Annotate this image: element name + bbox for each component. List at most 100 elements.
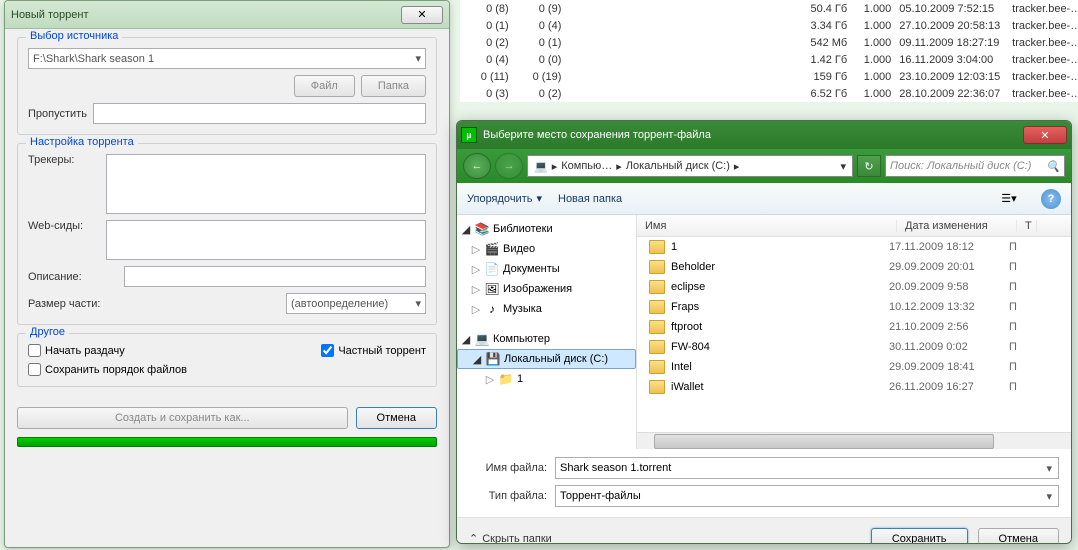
filetype-combo[interactable]: Торрент-файлы bbox=[555, 485, 1059, 507]
list-item[interactable]: ftproot21.10.2009 2:56П bbox=[649, 317, 1071, 337]
documents-icon: 📄 bbox=[484, 261, 500, 277]
folder-icon bbox=[649, 300, 665, 314]
expand-icon[interactable]: ▷ bbox=[471, 303, 481, 316]
webseeds-input[interactable] bbox=[106, 220, 426, 260]
list-item[interactable]: Intel29.09.2009 18:41П bbox=[649, 357, 1071, 377]
settings-group: Настройка торрента Трекеры: Web-сиды: Оп… bbox=[17, 143, 437, 325]
source-group: Выбор источника F:\Shark\Shark season 1 … bbox=[17, 37, 437, 135]
save-file-dialog: µ Выберите место сохранения торрент-файл… bbox=[456, 120, 1072, 544]
torrent-row[interactable]: 0 (8)0 (9)50.4 Гб1.00005.10.2009 7:52:15… bbox=[460, 0, 1078, 17]
expand-icon[interactable]: ▷ bbox=[471, 263, 481, 276]
view-button[interactable]: ☰▾ bbox=[993, 189, 1025, 209]
dialog-footer: ⌃ Скрыть папки Сохранить Отмена bbox=[457, 517, 1071, 544]
refresh-button[interactable]: ↻ bbox=[857, 155, 881, 177]
folder-button[interactable]: Папка bbox=[361, 75, 426, 97]
scroll-thumb[interactable] bbox=[654, 434, 994, 449]
group-title: Выбор источника bbox=[26, 30, 122, 42]
list-item[interactable]: iWallet26.11.2009 16:27П bbox=[649, 377, 1071, 397]
close-icon: ✕ bbox=[417, 8, 426, 21]
tree-music[interactable]: ▷ ♪ Музыка bbox=[457, 299, 636, 319]
expand-icon[interactable]: ▷ bbox=[471, 283, 481, 296]
arrow-left-icon: ← bbox=[472, 160, 483, 172]
expand-icon[interactable]: ▷ bbox=[485, 373, 495, 386]
forward-button[interactable]: → bbox=[495, 153, 523, 179]
torrent-row[interactable]: 0 (3)0 (2)6.52 Гб1.00028.10.2009 22:36:0… bbox=[460, 85, 1078, 102]
chevron-down-icon: ▾ bbox=[1011, 192, 1017, 205]
skip-label: Пропустить bbox=[28, 108, 87, 120]
file-button[interactable]: Файл bbox=[294, 75, 355, 97]
create-save-button[interactable]: Создать и сохранить как... bbox=[17, 407, 348, 429]
list-item[interactable]: Fraps10.12.2009 13:32П bbox=[649, 297, 1071, 317]
group-title: Настройка торрента bbox=[26, 136, 138, 148]
help-icon: ? bbox=[1048, 193, 1055, 205]
close-button[interactable]: ✕ bbox=[401, 6, 443, 24]
torrent-row[interactable]: 0 (1)0 (4)3.34 Гб1.00027.10.2009 20:58:1… bbox=[460, 17, 1078, 34]
torrent-row[interactable]: 0 (2)0 (1)542 Мб1.00009.11.2009 18:27:19… bbox=[460, 34, 1078, 51]
folder-icon bbox=[649, 340, 665, 354]
list-item[interactable]: eclipse20.09.2009 9:58П bbox=[649, 277, 1071, 297]
list-item[interactable]: FW-80430.11.2009 0:02П bbox=[649, 337, 1071, 357]
start-seed-checkbox[interactable]: Начать раздачу bbox=[28, 344, 125, 357]
torrent-row[interactable]: 0 (11)0 (19)159 Гб1.00023.10.2009 12:03:… bbox=[460, 68, 1078, 85]
images-icon: 🖼 bbox=[484, 281, 500, 297]
tree-images[interactable]: ▷ 🖼 Изображения bbox=[457, 279, 636, 299]
expand-icon[interactable]: ▷ bbox=[471, 243, 481, 256]
filename-input[interactable]: Shark season 1.torrent bbox=[555, 457, 1059, 479]
tree-libraries[interactable]: ◢ 📚 Библиотеки bbox=[457, 219, 636, 239]
webseeds-label: Web-сиды: bbox=[28, 220, 100, 232]
hide-folders-button[interactable]: ⌃ Скрыть папки bbox=[469, 532, 552, 544]
expand-icon[interactable]: ◢ bbox=[472, 353, 482, 366]
progress-bar bbox=[17, 437, 437, 447]
folder-tree[interactable]: ◢ 📚 Библиотеки ▷ 🎬 Видео ▷ 📄 Документы ▷… bbox=[457, 215, 637, 449]
video-icon: 🎬 bbox=[484, 241, 500, 257]
description-label: Описание: bbox=[28, 271, 118, 283]
tree-local-disk[interactable]: ◢ 💾 Локальный диск (C:) bbox=[457, 349, 636, 369]
filename-label: Имя файла: bbox=[469, 462, 547, 474]
back-button[interactable]: ← bbox=[463, 153, 491, 179]
new-folder-button[interactable]: Новая папка bbox=[558, 193, 622, 205]
col-date[interactable]: Дата изменения bbox=[897, 220, 1017, 232]
close-icon: ✕ bbox=[1040, 129, 1049, 142]
skip-input[interactable] bbox=[93, 103, 426, 124]
folder-icon bbox=[649, 240, 665, 254]
close-button[interactable]: ✕ bbox=[1023, 126, 1067, 144]
piece-size-label: Размер части: bbox=[28, 298, 118, 310]
col-type[interactable]: Т bbox=[1017, 220, 1037, 232]
tree-folder-1[interactable]: ▷ 📁 1 bbox=[457, 369, 636, 389]
titlebar[interactable]: µ Выберите место сохранения торрент-файл… bbox=[457, 121, 1071, 149]
group-title: Другое bbox=[26, 326, 69, 338]
source-path-combo[interactable]: F:\Shark\Shark season 1 bbox=[28, 48, 426, 69]
expand-icon[interactable]: ◢ bbox=[461, 223, 471, 236]
cancel-button[interactable]: Отмена bbox=[356, 407, 437, 429]
help-button[interactable]: ? bbox=[1041, 189, 1061, 209]
breadcrumb[interactable]: 💻 ▸ Компью… ▸ Локальный диск (C:) ▸ ▾ bbox=[527, 155, 853, 177]
chevron-down-icon: ▾ bbox=[536, 192, 542, 205]
tree-documents[interactable]: ▷ 📄 Документы bbox=[457, 259, 636, 279]
view-icon: ☰ bbox=[1001, 192, 1011, 205]
keep-order-checkbox[interactable]: Сохранить порядок файлов bbox=[28, 363, 187, 376]
piece-size-combo[interactable]: (автоопределение) bbox=[286, 293, 426, 314]
private-torrent-checkbox[interactable]: Частный торрент bbox=[321, 344, 426, 357]
save-button[interactable]: Сохранить bbox=[871, 528, 968, 545]
search-input[interactable]: Поиск: Локальный диск (C:) 🔍 bbox=[885, 155, 1065, 177]
trackers-input[interactable] bbox=[106, 154, 426, 214]
tree-computer[interactable]: ◢ 💻 Компьютер bbox=[457, 329, 636, 349]
folder-icon bbox=[649, 380, 665, 394]
chevron-up-icon: ⌃ bbox=[469, 532, 478, 544]
expand-icon[interactable]: ◢ bbox=[461, 333, 471, 346]
tree-video[interactable]: ▷ 🎬 Видео bbox=[457, 239, 636, 259]
horizontal-scrollbar[interactable] bbox=[637, 432, 1071, 449]
torrent-row[interactable]: 0 (4)0 (0)1.42 Гб1.00016.11.2009 3:04:00… bbox=[460, 51, 1078, 68]
list-header[interactable]: Имя Дата изменения Т bbox=[637, 215, 1071, 237]
list-item[interactable]: Beholder29.09.2009 20:01П bbox=[649, 257, 1071, 277]
list-item[interactable]: 117.11.2009 18:12П bbox=[649, 237, 1071, 257]
organize-button[interactable]: Упорядочить ▾ bbox=[467, 192, 542, 205]
description-input[interactable] bbox=[124, 266, 426, 287]
search-icon: 🔍 bbox=[1046, 160, 1060, 173]
col-name[interactable]: Имя bbox=[637, 220, 897, 232]
other-group: Другое Начать раздачу Частный торрент Со… bbox=[17, 333, 437, 387]
titlebar[interactable]: Новый торрент ✕ bbox=[5, 1, 449, 29]
trackers-label: Трекеры: bbox=[28, 154, 100, 166]
arrow-right-icon: → bbox=[504, 160, 515, 172]
cancel-button[interactable]: Отмена bbox=[978, 528, 1059, 545]
